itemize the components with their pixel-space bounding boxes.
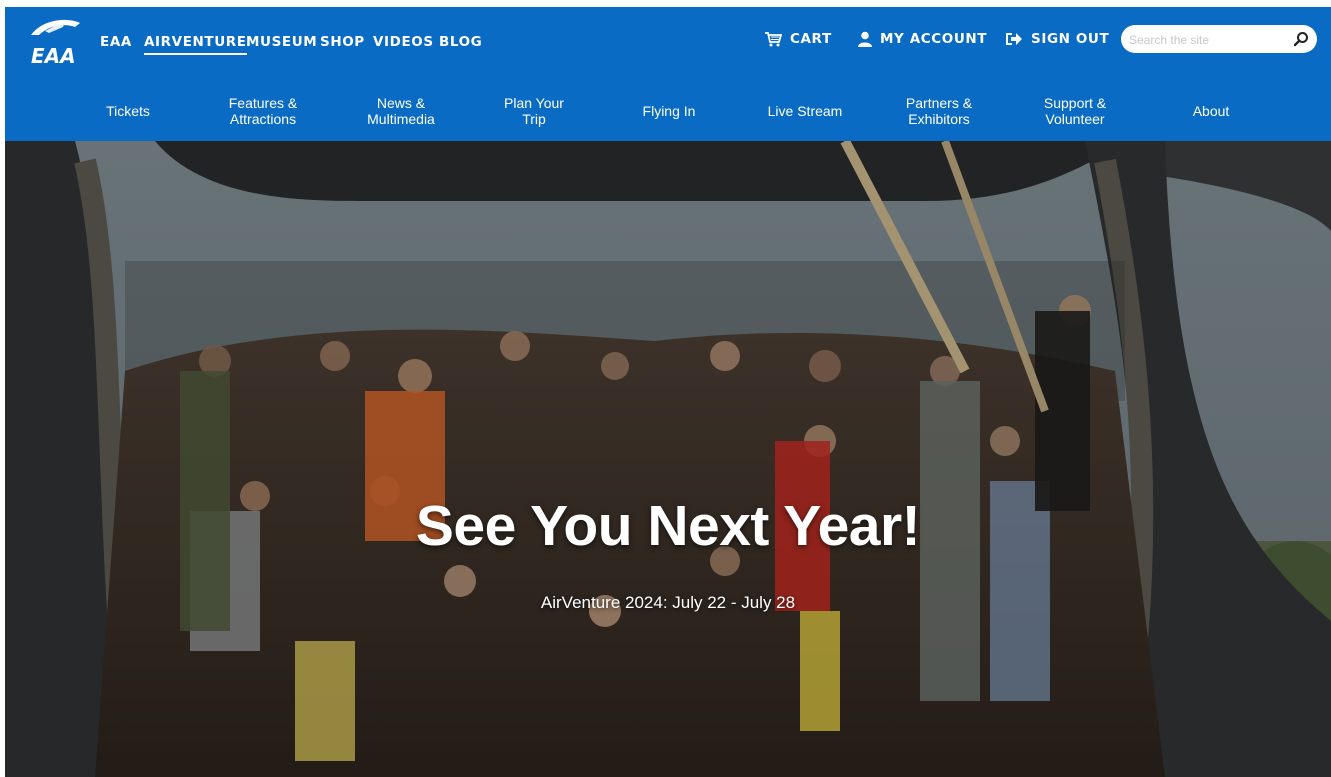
logo-text: EAA [31, 44, 76, 68]
eaa-logo[interactable]: EAA [25, 13, 85, 71]
my-account-link[interactable]: MY ACCOUNT [858, 31, 987, 47]
search-input[interactable] [1127, 29, 1291, 51]
top-link-shop[interactable]: SHOP [320, 34, 365, 50]
top-header-bar: EAA EAA AIRVENTURE MUSEUM SHOP VIDEOS BL… [5, 7, 1331, 80]
hero-photo [5, 141, 1331, 777]
hero-title: See You Next Year! [415, 494, 921, 558]
cart-icon [765, 32, 782, 47]
hero-subtitle: AirVenture 2024: July 22 - July 28 [540, 593, 796, 612]
cart-label: CART [790, 31, 832, 47]
nav-item-flying-in[interactable]: Flying In [643, 80, 696, 141]
nav-item-news-multimedia[interactable]: News & Multimedia [367, 80, 435, 141]
top-link-videos[interactable]: VIDEOS [373, 34, 434, 50]
site-search [1121, 25, 1317, 53]
main-nav: Tickets Features & Attractions News & Mu… [5, 80, 1331, 141]
nav-item-partners-exhibitors[interactable]: Partners & Exhibitors [906, 80, 972, 141]
top-link-eaa[interactable]: EAA [100, 34, 132, 50]
top-link-blog[interactable]: BLOG [439, 34, 482, 50]
sign-out-label: SIGN OUT [1031, 31, 1110, 47]
user-icon [858, 31, 872, 47]
nav-item-features-attractions[interactable]: Features & Attractions [229, 80, 297, 141]
nav-item-live-stream[interactable]: Live Stream [768, 80, 843, 141]
top-link-museum[interactable]: MUSEUM [246, 34, 317, 50]
search-icon[interactable] [1293, 31, 1309, 47]
top-link-airventure[interactable]: AIRVENTURE [144, 34, 247, 55]
sign-out-icon [1006, 33, 1022, 45]
cart-link[interactable]: CART [764, 31, 832, 47]
hero-banner: See You Next Year! AirVenture 2024: July… [5, 141, 1331, 777]
sign-out-link[interactable]: SIGN OUT [1005, 31, 1109, 47]
my-account-label: MY ACCOUNT [880, 31, 988, 47]
nav-item-about[interactable]: About [1193, 80, 1230, 141]
nav-item-plan-your-trip[interactable]: Plan Your Trip [504, 80, 564, 141]
nav-item-support-volunteer[interactable]: Support & Volunteer [1044, 80, 1106, 141]
nav-item-tickets[interactable]: Tickets [106, 80, 150, 141]
